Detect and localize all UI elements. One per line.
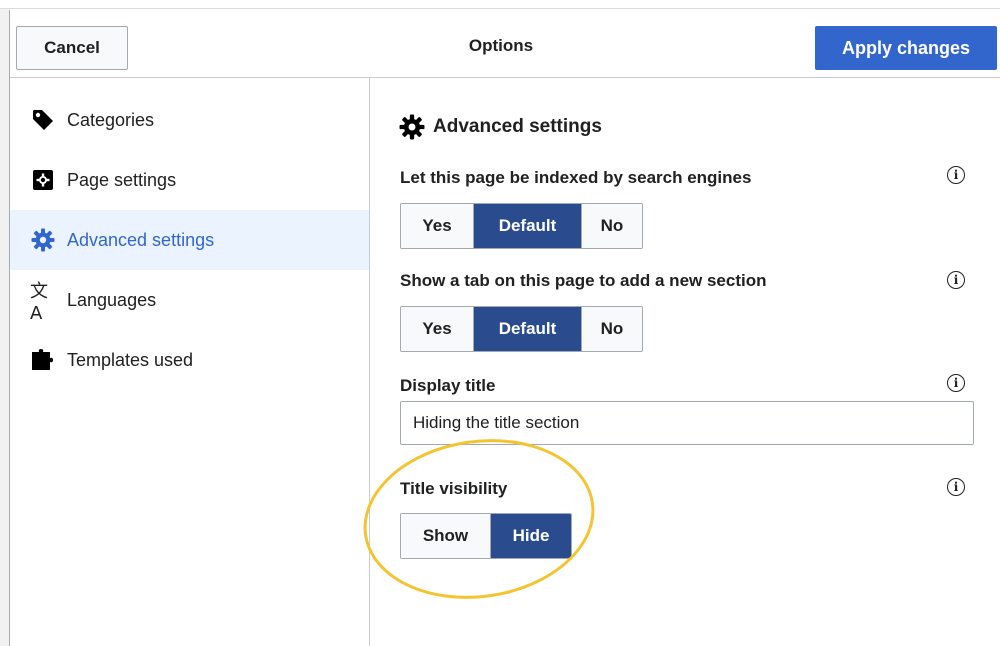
apply-changes-button[interactable]: Apply changes (815, 26, 997, 70)
indexing-toggle: Yes Default No (400, 203, 643, 249)
info-icon[interactable]: i (947, 374, 965, 392)
display-title-label: Display title (400, 376, 496, 395)
title-visibility-show-button[interactable]: Show (401, 514, 490, 558)
gear-icon (30, 210, 56, 270)
indexing-yes-button[interactable]: Yes (401, 204, 473, 248)
new-section-yes-button[interactable]: Yes (401, 307, 473, 351)
language-icon: 文A (30, 280, 48, 324)
sidebar-item-advanced-settings[interactable]: Advanced settings (10, 210, 369, 270)
title-visibility-hide-button[interactable]: Hide (490, 514, 571, 558)
indexing-label: Let this page be indexed by search engin… (400, 168, 752, 187)
sidebar-item-label: Page settings (67, 169, 177, 190)
sidebar-item-label: Advanced settings (67, 229, 215, 250)
indexing-no-button[interactable]: No (581, 204, 642, 248)
sidebar-item-categories[interactable]: Categories (10, 90, 369, 150)
new-section-tab-label: Show a tab on this page to add a new sec… (400, 271, 767, 290)
new-section-default-button[interactable]: Default (473, 307, 581, 351)
sidebar-item-label: Languages (67, 289, 157, 310)
section-title: Advanced settings (399, 114, 602, 140)
info-icon[interactable]: i (947, 478, 965, 496)
tag-icon (30, 90, 56, 150)
dialog-header: Options Cancel Apply changes (10, 10, 1000, 78)
sidebar-item-languages[interactable]: 文A Languages (10, 270, 369, 330)
sidebar-item-label: Categories (67, 109, 155, 130)
section-title-text: Advanced settings (433, 116, 602, 137)
indexing-default-button[interactable]: Default (473, 204, 581, 248)
info-icon[interactable]: i (947, 166, 965, 184)
title-visibility-toggle: Show Hide (400, 513, 572, 559)
cancel-button[interactable]: Cancel (16, 26, 128, 70)
puzzle-icon (30, 330, 56, 390)
page-settings-icon (30, 150, 56, 210)
gear-icon (399, 114, 425, 140)
title-visibility-label: Title visibility (400, 479, 508, 498)
options-dialog: Options Cancel Apply changes Categories … (9, 10, 1000, 646)
window-left-edge (0, 9, 9, 646)
new-section-no-button[interactable]: No (581, 307, 642, 351)
sidebar-item-label: Templates used (67, 349, 194, 370)
info-icon[interactable]: i (947, 271, 965, 289)
new-section-toggle: Yes Default No (400, 306, 643, 352)
display-title-input[interactable] (400, 401, 974, 445)
sidebar-item-page-settings[interactable]: Page settings (10, 150, 369, 210)
options-sidebar: Categories Page settings Advanced settin… (10, 78, 370, 646)
advanced-settings-panel: Advanced settings Let this page be index… (371, 78, 1000, 646)
sidebar-item-templates-used[interactable]: Templates used (10, 330, 369, 390)
